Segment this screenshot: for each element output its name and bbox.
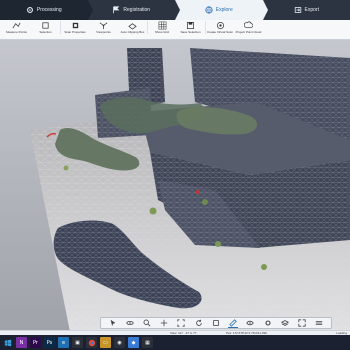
save-icon: [186, 21, 195, 30]
scan-icon: [72, 22, 78, 29]
windows-start-icon[interactable]: [2, 337, 13, 348]
ribbon-label: Project Point Cloud: [235, 30, 262, 34]
cloud-icon: [244, 21, 253, 28]
ribbon-label: Save Selection: [180, 30, 201, 34]
export-icon: [294, 7, 301, 13]
menu-tool[interactable]: [314, 318, 324, 328]
clipbox-icon: [128, 23, 137, 30]
onenote-icon[interactable]: N: [16, 337, 27, 348]
show-grid-button[interactable]: Show Grid: [147, 21, 176, 34]
workflow-tabs: Processing Registration Explore Export: [0, 0, 350, 20]
windows-taskbar: N Pr Ps e ▣ ▭ ◉ ◆ ▦: [0, 335, 350, 350]
ruler-icon: [229, 318, 237, 327]
eye-tool[interactable]: [245, 318, 255, 328]
measure-icon: [12, 22, 21, 29]
plant-marker: [215, 241, 221, 247]
save-selection-button[interactable]: Save Selection: [176, 21, 205, 34]
auto-clipping-box-button[interactable]: Auto Clipping Box: [118, 21, 147, 34]
settings-tool[interactable]: [263, 318, 273, 328]
pan-tool[interactable]: [159, 318, 169, 328]
ribbon-label: Create Virtual Scan: [207, 30, 233, 34]
ribbon-label: Show Grid: [154, 30, 169, 34]
ruler-tool[interactable]: [228, 318, 239, 328]
ribbon-label: Auto Clipping Box: [120, 30, 145, 34]
create-virtual-scan-button[interactable]: Create Virtual Scan: [205, 21, 234, 34]
virtual-scan-icon: [216, 21, 224, 30]
media-icon[interactable]: ◉: [114, 337, 125, 348]
pointer-tool[interactable]: [108, 318, 118, 328]
tab-label: Export: [304, 7, 319, 13]
ribbon-label: Viewpoints: [96, 30, 111, 34]
point-cloud-viewport[interactable]: [0, 40, 350, 332]
settings-icon: [265, 320, 271, 326]
tab-label: Registration: [123, 7, 151, 13]
tab-explore[interactable]: Explore: [175, 0, 267, 20]
orbit-tool[interactable]: [125, 318, 135, 328]
rotate-icon: [195, 319, 202, 326]
grid-icon: [158, 21, 166, 30]
rotate-tool[interactable]: [194, 318, 204, 328]
flag-icon: [113, 6, 120, 14]
folder-icon[interactable]: ▭: [100, 337, 111, 348]
zoom-icon: [143, 319, 151, 327]
zoom-tool[interactable]: [142, 318, 152, 328]
scan-properties-button[interactable]: Scan Properties: [60, 21, 89, 34]
premiere-icon[interactable]: Pr: [30, 337, 41, 348]
layers-icon: [280, 320, 289, 326]
clip-tool[interactable]: [211, 318, 221, 328]
viewport-toolbar: [100, 317, 332, 329]
orbit-icon: [126, 321, 134, 325]
fit-icon: [177, 319, 186, 327]
store-icon[interactable]: ▣: [72, 337, 83, 348]
app-icon[interactable]: ▦: [142, 337, 153, 348]
photoshop-icon[interactable]: Ps: [44, 337, 55, 348]
measure-points-button[interactable]: Measure Points: [2, 21, 31, 34]
viewpoint-icon: [99, 22, 108, 30]
fullscreen-tool[interactable]: [297, 318, 307, 328]
tab-registration[interactable]: Registration: [88, 0, 180, 20]
plant-marker: [202, 199, 208, 205]
gear-icon: [26, 7, 33, 13]
globe-icon: [205, 6, 213, 14]
edge-icon[interactable]: e: [58, 337, 69, 348]
tab-label: Processing: [36, 7, 62, 13]
fit-tool[interactable]: [176, 318, 186, 328]
menu-icon: [316, 321, 323, 325]
red-marker: [196, 190, 200, 194]
ribbon-label: Scan Properties: [64, 30, 86, 34]
ribbon-toolbar: Measure Points Selection Scan Properties…: [0, 20, 350, 40]
ribbon-label: Measure Points: [6, 30, 27, 34]
tab-label: Explore: [215, 7, 233, 13]
pointer-icon: [110, 319, 116, 327]
layers-tool[interactable]: [280, 318, 290, 328]
select-icon: [42, 22, 49, 29]
plant-marker: [149, 207, 157, 215]
plant-marker: [261, 264, 267, 270]
selection-button[interactable]: Selection: [31, 21, 60, 34]
clip-icon: [213, 320, 219, 326]
eye-icon: [246, 320, 255, 326]
viewpoints-button[interactable]: Viewpoints: [89, 21, 118, 34]
point-cloud-scene: [30, 48, 350, 332]
tab-processing[interactable]: Processing: [0, 0, 92, 20]
tab-export[interactable]: Export: [263, 0, 350, 20]
chrome-icon[interactable]: [86, 337, 97, 348]
project-point-cloud-button[interactable]: Project Point Cloud: [234, 21, 263, 34]
fullscreen-icon: [298, 319, 306, 327]
pan-icon: [161, 319, 168, 327]
scene-icon[interactable]: ◆: [128, 337, 139, 348]
plant-marker: [63, 165, 69, 171]
ribbon-label: Selection: [39, 30, 52, 34]
